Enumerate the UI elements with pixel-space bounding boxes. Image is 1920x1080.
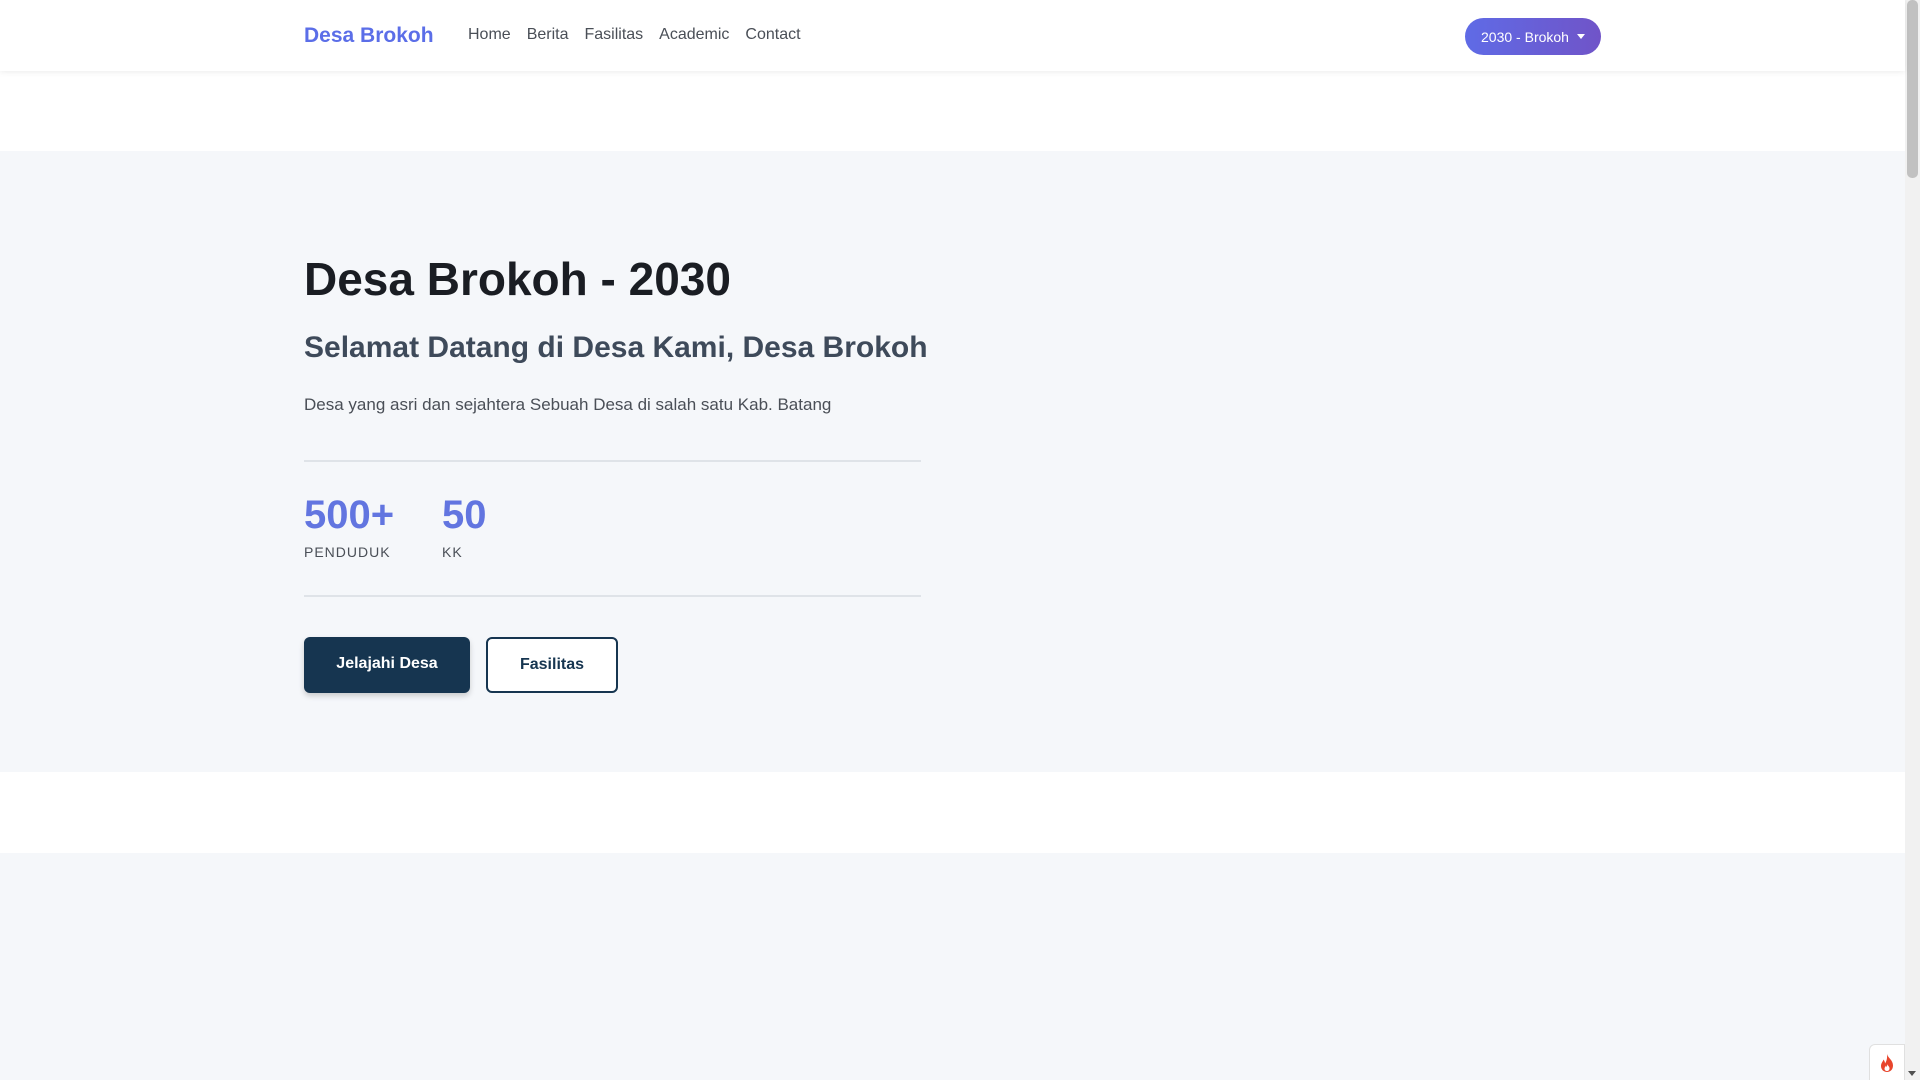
nav-item-berita: Berita (527, 25, 569, 45)
stat-penduduk-value: 500+ (304, 493, 395, 537)
hero-subtitle: Selamat Datang di Desa Kami, Desa Brokoh (304, 331, 928, 364)
facilities-button[interactable]: Fasilitas (486, 637, 618, 693)
year-village-dropdown[interactable]: 2030 - Brokoh (1465, 18, 1601, 55)
nav-item-fasilitas: Fasilitas (584, 25, 643, 45)
navbar: Desa Brokoh Home Berita Fasilitas Academ… (0, 0, 1905, 71)
brand-logo-link[interactable]: Desa Brokoh (304, 24, 434, 48)
caret-down-icon (1576, 34, 1585, 39)
nav-link-fasilitas[interactable]: Fasilitas (584, 26, 643, 43)
floating-widget-button[interactable] (1869, 1044, 1905, 1080)
vertical-scrollbar[interactable] (1905, 0, 1920, 1080)
nav-link-academic[interactable]: Academic (659, 26, 729, 43)
hero-description: Desa yang asri dan sejahtera Sebuah Desa… (304, 395, 832, 414)
nav-link-berita[interactable]: Berita (527, 26, 569, 43)
stat-kk: 50 KK (442, 491, 487, 561)
scroll-down-arrow-icon[interactable] (1908, 1071, 1916, 1076)
nav-item-home: Home (468, 25, 511, 45)
nav-link-home[interactable]: Home (468, 26, 511, 43)
hero-section (0, 151, 1905, 772)
year-village-dropdown-label: 2030 - Brokoh (1481, 28, 1569, 45)
nav-link-contact[interactable]: Contact (745, 26, 800, 43)
explore-village-button[interactable]: Jelajahi Desa (304, 637, 470, 693)
stat-penduduk: 500+ PENDUDUK (304, 491, 394, 561)
divider-top (304, 460, 921, 462)
nav-links: Home Berita Fasilitas Academic Contact (468, 25, 801, 45)
stat-kk-label: KK (442, 544, 463, 560)
scrollbar-thumb[interactable] (1907, 0, 1918, 178)
lower-section (0, 853, 1905, 1080)
stat-kk-value: 50 (442, 493, 487, 537)
hero-title: Desa Brokoh - 2030 (304, 253, 731, 305)
page: Desa Brokoh Home Berita Fasilitas Academ… (0, 0, 1920, 1080)
nav-item-contact: Contact (745, 25, 800, 45)
stat-penduduk-label: PENDUDUK (304, 544, 391, 560)
divider-bottom (304, 595, 921, 597)
nav-item-academic: Academic (659, 25, 729, 45)
flame-icon (1881, 1053, 1893, 1072)
